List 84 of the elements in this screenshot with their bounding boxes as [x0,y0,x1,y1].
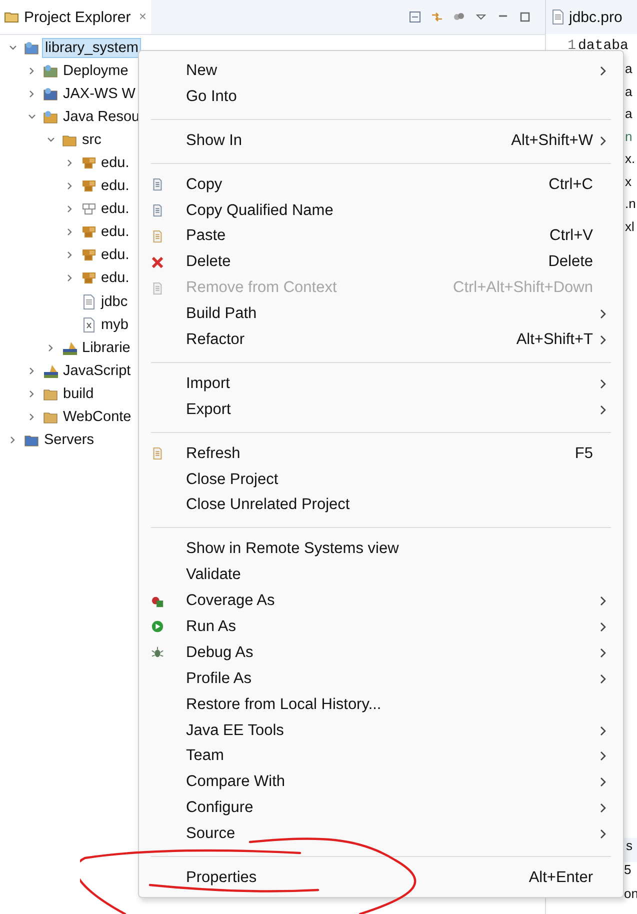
delete-icon [151,256,164,269]
menu-item[interactable]: New [139,58,623,84]
tree-item[interactable]: edu. [99,246,132,264]
file-icon [81,316,97,333]
link-icon[interactable] [431,11,443,23]
code-text: a [625,84,632,99]
menu-item[interactable]: Refactor Alt+Shift+T [139,327,623,353]
tree-item[interactable]: edu. [99,177,132,196]
menu-item[interactable]: Copy Ctrl+C [139,172,623,198]
menu-item[interactable]: Validate [139,562,623,588]
menu-item[interactable]: Paste Ctrl+V [139,223,623,250]
view-tab[interactable]: Project Explorer ✕ [0,0,151,34]
document-icon [151,282,164,295]
file-icon [550,9,566,25]
menu-item[interactable]: Build Path [139,301,623,328]
tree-item[interactable]: myb [99,316,130,334]
menu-item[interactable]: Copy Qualified Name [139,198,623,224]
tree-item[interactable]: edu. [99,154,132,172]
menu-item[interactable]: Show in Remote Systems view [139,536,623,562]
package-icon [81,178,97,194]
view-tab[interactable]: s [624,838,637,862]
code-text: a [625,61,632,76]
collapse-all-icon[interactable] [409,11,421,23]
editor-tab[interactable]: jdbc.pro [546,0,637,34]
document-icon [151,204,164,217]
menu-item[interactable]: Close Unrelated Project [139,492,623,518]
menu-item[interactable]: Compare With [139,769,623,796]
tree-item[interactable]: edu. [99,200,132,218]
filter-icon[interactable] [453,11,465,23]
menu-item[interactable]: Java EE Tools [139,718,623,744]
menu-item[interactable]: Team [139,743,623,770]
package-icon [81,270,97,286]
console-text: 5 [624,862,632,879]
tree-item[interactable]: library_system [42,38,142,58]
tree-item[interactable]: src [80,130,104,149]
shapes-icon [151,594,164,608]
package-icon [81,247,97,264]
code-text: a [625,106,632,122]
tree-item[interactable]: edu. [99,269,132,288]
tree-item[interactable]: build [61,384,96,403]
code-text: xl [625,218,634,234]
menu-item[interactable]: Debug As [139,640,623,666]
menu-item[interactable]: Go Into [139,84,623,110]
menu-item[interactable]: Source [139,821,623,848]
tree-item[interactable]: edu. [99,223,132,242]
tree-item[interactable]: Java Resou [61,108,142,126]
code-text: databa [578,38,628,54]
tree-item[interactable]: JAX-WS W [61,84,138,103]
tree-item[interactable]: Servers [42,431,96,450]
tree-item[interactable]: Librarie [80,338,132,357]
tree-item[interactable]: jdbc [99,292,130,311]
package-icon [81,224,97,240]
menu-item[interactable]: Configure [139,795,623,822]
menu-item[interactable]: Coverage As [139,588,623,614]
menu-item[interactable]: Profile As [139,666,623,692]
document-icon [151,178,164,192]
menu-item[interactable]: Show In Alt+Shift+W [139,128,623,154]
bug-icon [151,646,164,660]
document-icon [151,230,164,243]
menu-item[interactable]: Refresh F5 [139,440,623,467]
play-icon [151,620,164,634]
code-text: n [625,128,632,144]
editor-tab-title: jdbc.pro [569,8,622,26]
maximize-icon[interactable] [519,11,531,23]
menu-item[interactable]: Run As [139,614,623,640]
code-text: x [625,174,632,189]
code-text: .n [625,196,636,212]
menu-item[interactable]: Export [139,396,623,423]
tree-item[interactable]: JavaScript [61,362,133,380]
package-icon [81,155,97,172]
close-icon[interactable]: ✕ [138,11,147,23]
menu-item[interactable]: Delete Delete [139,249,623,276]
package-icon [81,201,97,218]
menu-item[interactable]: Close Project [139,466,623,492]
line-number: 1 [566,38,577,54]
menu-item[interactable]: Restore from Local History... [139,692,623,718]
menu-item[interactable]: Properties Alt+Enter [139,865,623,891]
menu-item[interactable]: Import [139,370,623,397]
tree-item[interactable]: Deployme [61,62,130,80]
file-icon [81,294,97,310]
code-text: x. [625,151,636,166]
view-title: Project Explorer [24,8,131,26]
tree-item[interactable]: WebConte [61,408,134,426]
document-icon [151,447,164,460]
